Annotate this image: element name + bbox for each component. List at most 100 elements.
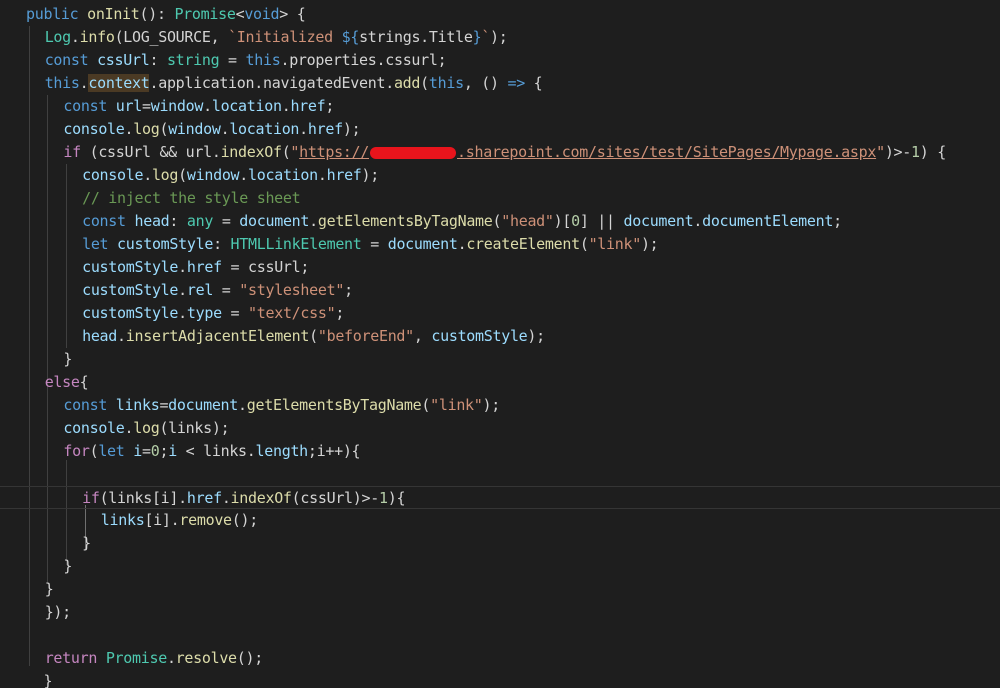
code-token: indexOf (220, 143, 282, 161)
code-token: 1 (911, 143, 920, 161)
code-line[interactable]: customStyle.type = "text/css"; (8, 302, 344, 325)
code-token: string (166, 51, 220, 69)
code-line[interactable]: for(let i=0;i < links.length;i++){ (8, 440, 360, 463)
code-token: type (186, 304, 222, 322)
code-token: return (44, 649, 106, 667)
code-line[interactable]: console.log(window.location.href); (8, 164, 379, 187)
code-token: . (693, 212, 703, 230)
code-line[interactable]: }); (8, 601, 72, 624)
code-line[interactable]: } (8, 670, 52, 688)
code-token: href (186, 489, 222, 507)
code-token: ( (421, 396, 431, 414)
code-token: head (134, 212, 170, 230)
code-token: ( (309, 327, 318, 345)
code-line[interactable]: if (cssUrl && url.indexOf("https://.shar… (8, 141, 946, 164)
code-token: resolve (175, 649, 237, 667)
code-token: { (396, 489, 406, 507)
code-token: < (235, 5, 245, 23)
code-line[interactable] (8, 463, 26, 486)
code-token: : (149, 51, 167, 69)
code-line[interactable]: const head: any = document.getElementsBy… (8, 210, 842, 233)
code-token: . (220, 120, 230, 138)
code-token: log (133, 419, 160, 437)
code-token: const (63, 396, 116, 414)
code-token: console (63, 120, 125, 138)
code-token: ) { (919, 143, 947, 161)
code-token: ;i++){ (307, 442, 361, 460)
code-line[interactable]: return Promise.resolve(); (8, 647, 264, 670)
code-token: getElementsByTagName (317, 212, 493, 230)
code-token: => (507, 74, 525, 92)
code-token: "beforeEnd" (317, 327, 414, 345)
code-token: (); (231, 511, 259, 529)
code-token: ); (527, 327, 545, 345)
code-token: . (221, 489, 231, 507)
code-token: " (876, 143, 885, 161)
code-line-current[interactable]: if(links[i].href.indexOf(cssUrl)>-1){ (0, 486, 1000, 509)
code-token: (): (139, 5, 175, 23)
code-editor[interactable]: public onInit(): Promise<void> {Log.info… (0, 0, 1000, 688)
code-token: ] || (579, 212, 624, 230)
code-token: "link" (588, 235, 642, 253)
code-token: (LOG_SOURCE, (114, 28, 229, 46)
code-token: ); (342, 120, 361, 138)
code-token: else (44, 373, 80, 391)
code-token: customStyle (82, 258, 179, 276)
code-line[interactable]: const cssUrl: string = this.properties.c… (8, 49, 447, 72)
code-token: remove (179, 511, 232, 529)
code-token: } (44, 580, 54, 598)
code-line[interactable]: } (8, 348, 72, 371)
code-token: (); (236, 649, 264, 667)
code-token: document (623, 212, 694, 230)
redaction-mark (370, 146, 457, 159)
code-token: } (63, 557, 73, 575)
code-line[interactable]: public onInit(): Promise<void> { (8, 3, 306, 26)
code-line[interactable]: customStyle.href = cssUrl; (8, 256, 309, 279)
code-token: }); (44, 603, 72, 621)
code-token: this (245, 51, 281, 69)
code-line[interactable]: console.log(window.location.href); (8, 118, 360, 141)
code-token: > { (279, 5, 306, 23)
code-token: const (63, 97, 116, 115)
code-line[interactable]: Log.info(LOG_SOURCE, `Initialized ${stri… (8, 26, 508, 49)
code-line[interactable]: } (8, 555, 72, 578)
code-token: ${ (341, 28, 360, 46)
code-line[interactable]: console.log(links); (8, 417, 229, 440)
code-line[interactable]: head.insertAdjacentElement("beforeEnd", … (8, 325, 545, 348)
code-token: location (211, 97, 282, 115)
code-line[interactable]: this.context.application.navigatedEvent.… (8, 72, 543, 95)
code-token: const (82, 212, 135, 230)
code-token: void (244, 5, 280, 23)
code-token: ; (159, 442, 169, 460)
code-line[interactable]: const url=window.location.href; (8, 95, 334, 118)
code-token: . (299, 120, 308, 138)
code-line[interactable]: links[i].remove(); (8, 509, 258, 532)
code-token: i (168, 442, 177, 460)
code-line[interactable]: else{ (8, 371, 89, 394)
code-token: . (178, 258, 187, 276)
code-token: this (44, 74, 80, 92)
code-token: { (79, 373, 89, 391)
code-line[interactable]: } (8, 578, 54, 601)
code-token: let (98, 442, 134, 460)
code-line[interactable]: } (8, 532, 91, 555)
code-token: Promise (174, 5, 236, 23)
code-token: : (213, 235, 231, 253)
code-token: , (413, 327, 432, 345)
code-line[interactable]: let customStyle: HTMLLinkElement = docum… (8, 233, 659, 256)
code-token: = (219, 51, 246, 69)
code-line[interactable]: customStyle.rel = "stylesheet"; (8, 279, 353, 302)
code-token: = (159, 396, 169, 414)
code-token: links (100, 511, 145, 529)
code-token: href (307, 120, 343, 138)
code-token: .properties.cssurl; (280, 51, 447, 69)
code-line[interactable] (8, 624, 26, 647)
code-line[interactable]: const links=document.getElementsByTagNam… (8, 394, 500, 417)
code-token: // inject the style sheet (82, 189, 301, 207)
code-token: any (186, 212, 214, 230)
code-token: . (166, 649, 176, 667)
code-line[interactable]: // inject the style sheet (8, 187, 301, 210)
code-token: insertAdjacentElement (125, 327, 310, 345)
code-token: info (79, 28, 115, 46)
code-token: : (169, 212, 187, 230)
